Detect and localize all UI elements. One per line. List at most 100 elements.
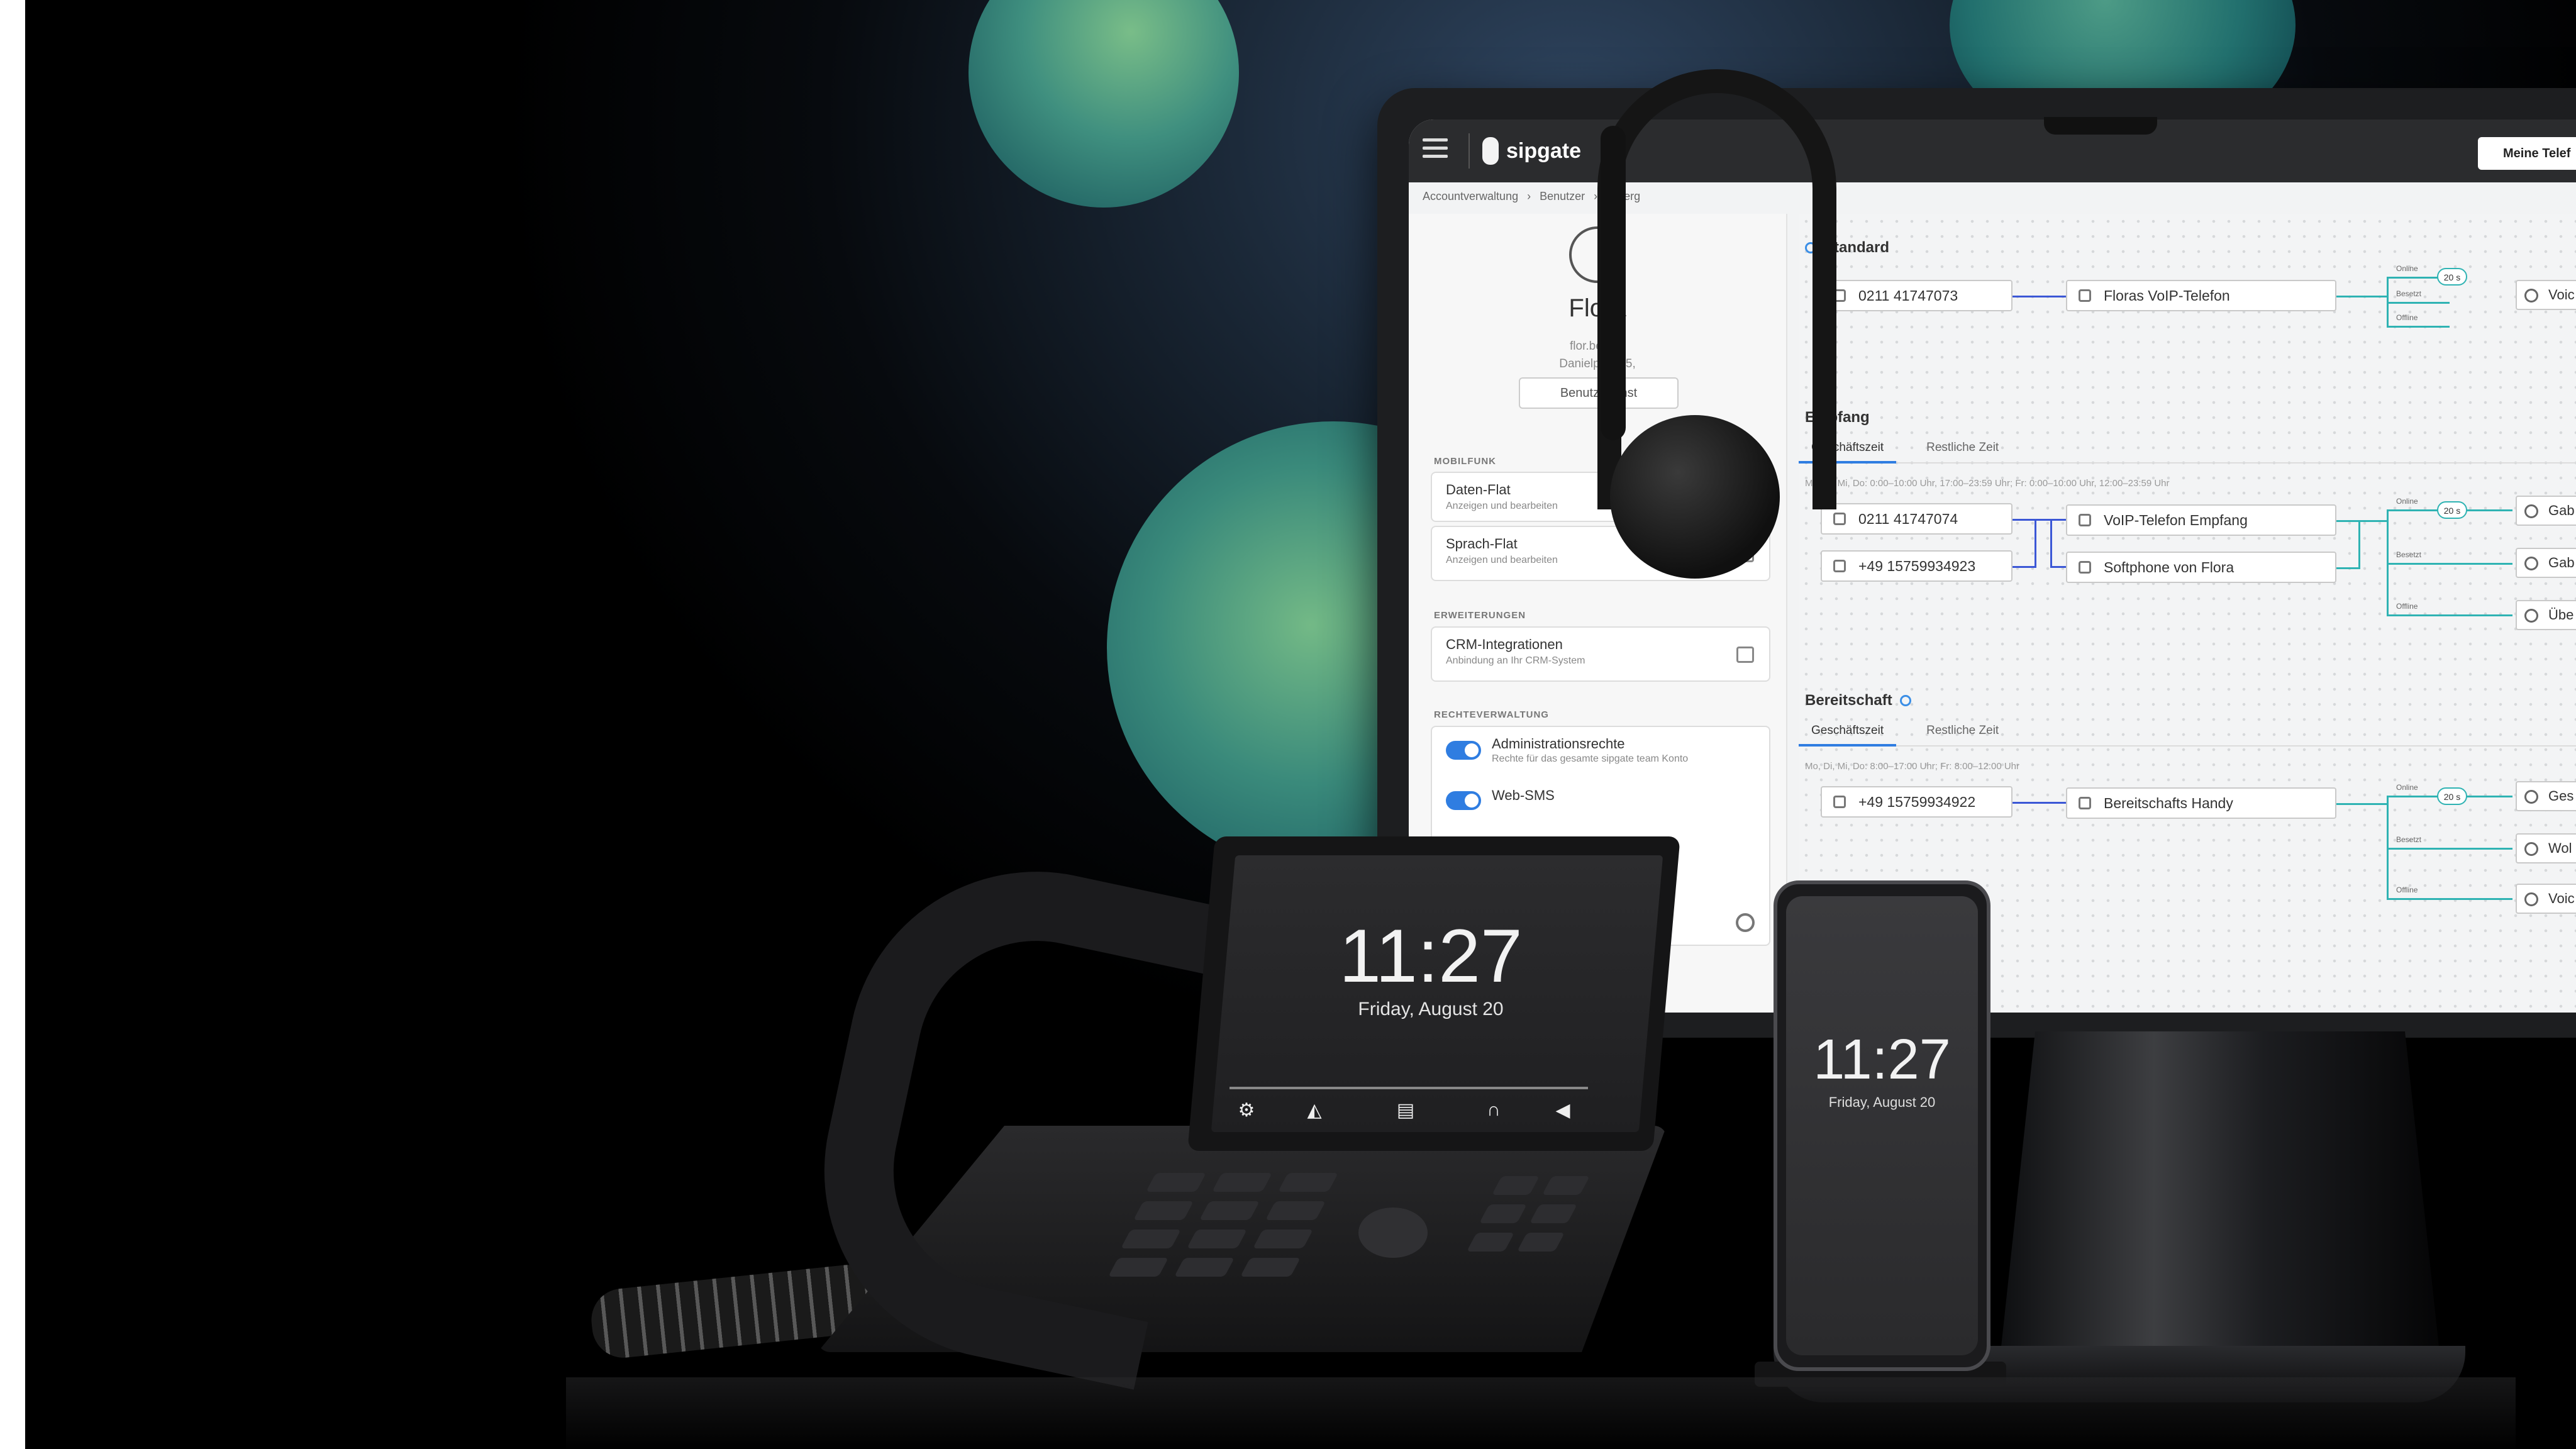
connector	[2336, 296, 2387, 297]
empfang-tabs: Geschäftszeit Restliche Zeit	[1799, 437, 2576, 464]
node-label: Floras VoIP-Telefon	[2104, 287, 2230, 304]
mobile-number-node[interactable]: +49 15759934923	[1821, 550, 2012, 582]
forward-node[interactable]: Wol	[2516, 833, 2576, 863]
keypad-key[interactable]	[1212, 1173, 1272, 1192]
headset-icon[interactable]: ∩	[1481, 1099, 1506, 1121]
connector	[2050, 519, 2052, 568]
smartphone-screen	[1786, 896, 1978, 1355]
tab-geschaeftszeit[interactable]: Geschäftszeit	[1799, 720, 1897, 747]
greeting-icon	[2524, 504, 2538, 518]
gear-icon[interactable]: ⚙	[1234, 1099, 1259, 1121]
brand-name: sipgate	[1506, 138, 1582, 163]
device-node[interactable]: VoIP-Telefon Empfang	[2066, 504, 2336, 536]
section-title-mobilfunk: MOBILFUNK	[1434, 456, 1496, 467]
green-bubble-top	[969, 0, 1239, 208]
condition-label: Besetzt	[2396, 835, 2422, 844]
greeting-node[interactable]: Gab	[2516, 496, 2576, 526]
condition-label: Online	[2396, 783, 2418, 792]
softphone-icon	[2079, 561, 2091, 574]
node-label: Gab	[2548, 502, 2575, 518]
voicemail-node[interactable]: Voic	[2516, 884, 2576, 914]
nav-icon[interactable]: ◭	[1302, 1099, 1327, 1121]
connector	[2387, 898, 2512, 900]
section-title: Bereitschaft	[1805, 692, 1892, 709]
keypad-key[interactable]	[1199, 1201, 1260, 1220]
external-link-icon[interactable]	[1736, 647, 1754, 663]
connector	[2387, 563, 2512, 565]
meine-telefonie-button[interactable]: Meine Telef	[2478, 137, 2576, 170]
web-sms-toggle[interactable]	[1446, 791, 1481, 810]
device-node[interactable]: Bereitschafts Handy	[2066, 787, 2336, 819]
device-node[interactable]: Softphone von Flora	[2066, 552, 2336, 583]
connector	[2336, 803, 2387, 805]
tab-restliche-zeit[interactable]: Restliche Zeit	[1914, 720, 2011, 745]
monitor-stand	[2000, 1031, 2440, 1358]
node-label: Übe	[2548, 607, 2574, 623]
keypad-key[interactable]	[1278, 1173, 1338, 1192]
keypad-key[interactable]	[1187, 1230, 1247, 1248]
phone-number-node[interactable]: 0211 41747073	[1821, 280, 2012, 311]
greeting-node[interactable]: Gab	[2516, 548, 2576, 578]
forward-node[interactable]: Übe	[2516, 600, 2576, 630]
card-crm-integrationen[interactable]: CRM-Integrationen Anbindung an Ihr CRM-S…	[1431, 626, 1770, 682]
device-node[interactable]: Floras VoIP-Telefon	[2066, 280, 2336, 311]
condition-label: Online	[2396, 497, 2418, 506]
sipgate-logo[interactable]: sipgate	[1468, 133, 1581, 169]
keypad-key[interactable]	[1240, 1258, 1301, 1277]
node-label: Softphone von Flora	[2104, 559, 2235, 575]
mobile-icon	[2079, 797, 2091, 809]
timer-badge[interactable]: 20 s	[2437, 268, 2467, 286]
card-title: CRM-Integrationen	[1446, 636, 1563, 652]
gear-icon[interactable]	[1736, 913, 1755, 932]
voicemail-node[interactable]: Voic	[2516, 280, 2576, 310]
connector	[2387, 848, 2512, 850]
connector	[2387, 614, 2512, 616]
forward-icon	[2524, 609, 2538, 623]
hero-scene: sipgate Meine Telef Accountverwaltung › …	[0, 0, 2576, 1449]
group-node[interactable]: Ges	[2516, 781, 2576, 811]
breadcrumb-item[interactable]: Benutzer	[1540, 190, 1585, 203]
keypad-key[interactable]	[1121, 1230, 1181, 1248]
mobile-icon	[1833, 560, 1846, 572]
condition-label: Offline	[2396, 313, 2418, 322]
section-title-rechteverwaltung: RECHTEVERWALTUNG	[1434, 709, 1549, 720]
breadcrumb-item[interactable]: Accountverwaltung	[1423, 190, 1518, 203]
timer-badge[interactable]: 20 s	[2437, 787, 2467, 805]
smartphone-clock: 11:27	[1813, 1028, 1951, 1091]
desk-phone-divider	[1230, 1087, 1588, 1089]
admin-rights-toggle[interactable]	[1446, 741, 1481, 760]
node-label: Ges	[2548, 788, 2574, 804]
node-label: VoIP-Telefon Empfang	[2104, 512, 2248, 528]
node-label: Bereitschafts Handy	[2104, 795, 2233, 811]
book-icon[interactable]: ▤	[1393, 1099, 1418, 1121]
toggle-subtitle: Rechte für das gesamte sipgate team Kont…	[1492, 753, 1689, 764]
breadcrumb-separator: ›	[1527, 190, 1531, 203]
keypad-key[interactable]	[1133, 1201, 1194, 1220]
monitor-camera-notch	[2044, 117, 2157, 135]
business-hours: Mo, Di, Mi, Do: 0:00–10:00 Uhr, 17:00–23…	[1805, 478, 2170, 489]
keypad-key[interactable]	[1253, 1230, 1313, 1248]
settings-icon[interactable]	[1899, 695, 1911, 706]
node-label: 0211 41747074	[1858, 511, 1958, 527]
connector	[2358, 520, 2360, 569]
mobile-number-node[interactable]: +49 15759934922	[1821, 786, 2012, 818]
headset-earcup	[1610, 415, 1780, 579]
hamburger-menu-icon[interactable]	[1423, 138, 1448, 161]
condition-label: Besetzt	[2396, 289, 2422, 298]
left-edge	[0, 0, 25, 1449]
node-label: Voic	[2548, 287, 2575, 303]
connector	[2012, 519, 2035, 521]
sipgate-logo-mark	[1482, 137, 1499, 165]
keypad-key[interactable]	[1108, 1258, 1169, 1277]
speaker-icon[interactable]: ◀	[1550, 1099, 1575, 1121]
keypad-key[interactable]	[1174, 1258, 1235, 1277]
phone-number-node[interactable]: 0211 41747074	[1821, 503, 2012, 535]
voicemail-icon	[2524, 892, 2538, 906]
timer-badge[interactable]: 20 s	[2437, 501, 2467, 519]
connector	[2336, 520, 2387, 522]
tab-restliche-zeit[interactable]: Restliche Zeit	[1914, 437, 2011, 462]
keypad-key[interactable]	[1265, 1201, 1326, 1220]
navigation-wheel[interactable]	[1358, 1208, 1428, 1258]
connector	[2012, 296, 2066, 297]
keypad-key[interactable]	[1146, 1173, 1206, 1192]
